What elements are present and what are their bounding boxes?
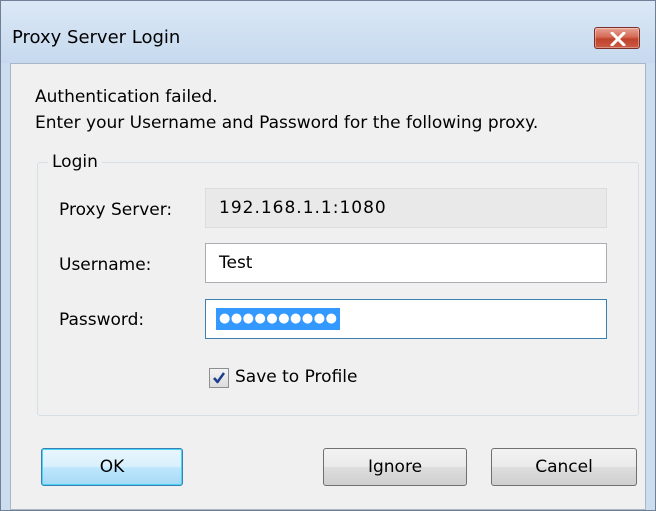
save-to-profile-checkbox[interactable] xyxy=(209,368,229,388)
password-label: Password: xyxy=(59,310,145,330)
close-button[interactable] xyxy=(594,27,640,49)
password-masked-value: ●●●●●●●●●● xyxy=(216,308,341,330)
ignore-button[interactable]: Ignore xyxy=(323,448,467,486)
username-label: Username: xyxy=(59,255,152,275)
title-bar[interactable]: Proxy Server Login xyxy=(1,1,655,63)
auth-failed-message: Authentication failed. xyxy=(35,87,218,107)
close-icon xyxy=(610,32,626,46)
proxy-login-dialog: Proxy Server Login Authentication failed… xyxy=(0,0,656,511)
ok-button[interactable]: OK xyxy=(41,448,183,486)
proxy-server-label: Proxy Server: xyxy=(59,200,173,220)
dialog-body: Authentication failed. Enter your Userna… xyxy=(10,63,646,510)
cancel-button[interactable]: Cancel xyxy=(491,448,637,486)
checkmark-icon xyxy=(213,372,226,384)
save-to-profile-label[interactable]: Save to Profile xyxy=(235,366,357,388)
proxy-server-field: 192.168.1.1:1080 xyxy=(205,188,607,228)
login-group-title: Login xyxy=(48,151,102,173)
instruction-message: Enter your Username and Password for the… xyxy=(35,113,539,133)
window-title: Proxy Server Login xyxy=(12,27,181,48)
password-field[interactable]: ●●●●●●●●●● xyxy=(205,299,607,339)
username-field[interactable]: Test xyxy=(205,243,607,283)
